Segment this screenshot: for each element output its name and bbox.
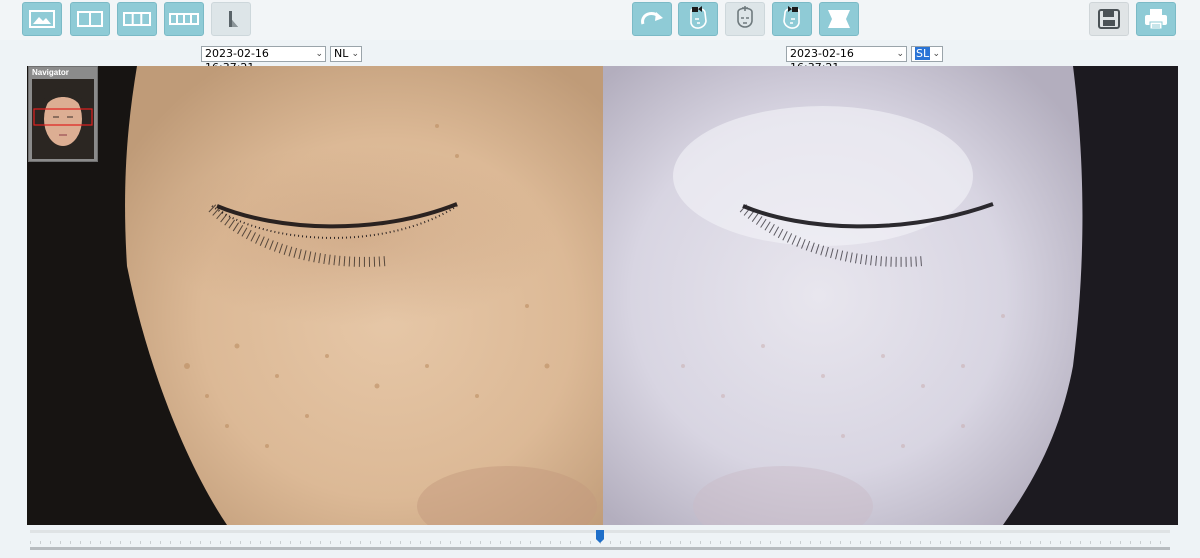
slider-rail xyxy=(30,547,1170,550)
chevron-down-icon: ⌄ xyxy=(351,49,359,59)
face-right-view-button[interactable] xyxy=(772,2,812,36)
right-date-select[interactable]: 2023-02-16 16:37:21 ⌄ xyxy=(786,46,907,74)
navigator-panel[interactable]: Navigator xyxy=(28,66,98,162)
left-panel-selectors: 2023-02-16 16:37:21 ⌄ NL ⌄ xyxy=(201,46,362,74)
print-icon xyxy=(1145,9,1167,30)
image-compare-slider[interactable] xyxy=(30,530,1170,550)
chevron-down-icon: ⌄ xyxy=(896,49,904,59)
left-mode-value: NL xyxy=(334,47,349,60)
print-button[interactable] xyxy=(1136,2,1176,36)
right-panel-selectors: 2023-02-16 16:37:21 ⌄ SL ⌄ xyxy=(786,46,943,74)
right-skin-image-pane[interactable] xyxy=(603,66,1178,525)
face-thumbnail-image xyxy=(32,79,94,159)
two-panel-view-button[interactable] xyxy=(70,2,110,36)
face-left-view-button[interactable] xyxy=(678,2,718,36)
left-mode-select[interactable]: NL ⌄ xyxy=(330,46,362,62)
face-crop-button[interactable] xyxy=(819,2,859,36)
save-icon xyxy=(1098,9,1120,29)
chevron-down-icon: ⌄ xyxy=(932,49,940,59)
rotate-button[interactable] xyxy=(632,2,672,36)
navigator-thumbnail[interactable] xyxy=(32,79,94,159)
right-mode-select[interactable]: SL ⌄ xyxy=(911,46,943,62)
single-image-view-button[interactable] xyxy=(22,2,62,36)
face-front-view-button[interactable] xyxy=(725,2,765,36)
toolbar xyxy=(0,0,1200,40)
right-mode-value: SL xyxy=(915,47,931,60)
face-left-view-icon xyxy=(690,6,707,29)
face-crop-icon xyxy=(828,10,850,28)
chevron-down-icon: ⌄ xyxy=(315,49,323,59)
single-image-icon xyxy=(29,10,55,28)
split-person-button[interactable] xyxy=(211,2,251,36)
skin-photo-normal-light xyxy=(27,66,603,525)
image-viewer[interactable] xyxy=(27,66,1178,525)
three-panel-view-button[interactable] xyxy=(117,2,157,36)
rotate-icon xyxy=(641,11,663,25)
skin-photo-specular-light xyxy=(603,66,1178,525)
four-panel-icon xyxy=(169,13,199,25)
face-right-view-icon xyxy=(783,6,800,29)
three-panel-icon xyxy=(123,12,151,26)
left-date-select[interactable]: 2023-02-16 16:37:21 ⌄ xyxy=(201,46,326,74)
left-skin-image-pane[interactable] xyxy=(27,66,603,525)
two-panel-icon xyxy=(77,11,103,27)
navigator-title: Navigator xyxy=(32,68,69,77)
save-button[interactable] xyxy=(1089,2,1129,36)
four-panel-view-button[interactable] xyxy=(164,2,204,36)
person-split-icon xyxy=(229,11,238,27)
face-front-view-icon xyxy=(737,6,753,28)
